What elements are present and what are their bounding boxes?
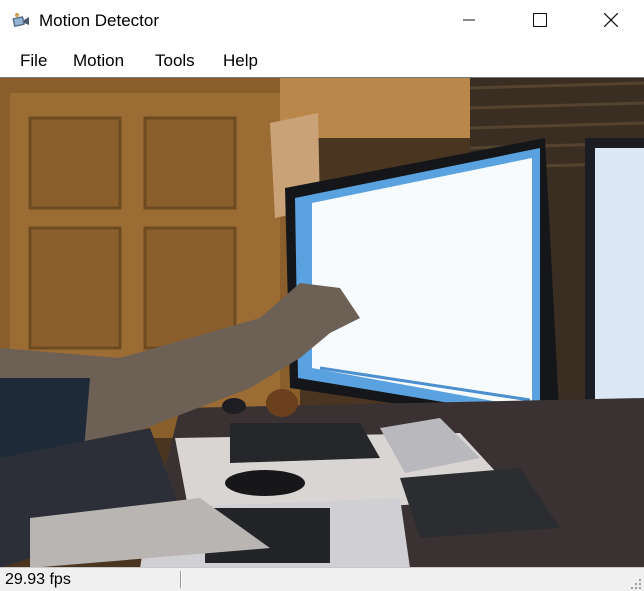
minimize-button[interactable] [446,0,492,40]
menu-help[interactable]: Help [221,51,260,71]
maximize-icon [533,13,547,27]
close-icon [604,13,618,27]
app-window: Motion Detector File Motion Tools Help 2… [0,0,644,591]
menu-motion[interactable]: Motion [71,51,126,71]
title-bar[interactable]: Motion Detector [0,0,644,42]
status-divider-highlight [181,571,182,588]
menu-file[interactable]: File [18,51,49,71]
minimize-icon [463,19,475,21]
close-button[interactable] [588,0,634,40]
window-title: Motion Detector [39,11,159,30]
video-feed[interactable] [0,77,644,568]
status-bar: 29.93 fps [0,567,644,591]
maximize-button[interactable] [517,0,563,40]
resize-grip-icon[interactable] [628,576,642,590]
menu-bar: File Motion Tools Help [0,42,644,77]
camera-icon[interactable] [11,11,31,31]
fps-readout: 29.93 fps [5,571,71,588]
camera-frame-image [0,78,644,568]
menu-tools[interactable]: Tools [153,51,197,71]
